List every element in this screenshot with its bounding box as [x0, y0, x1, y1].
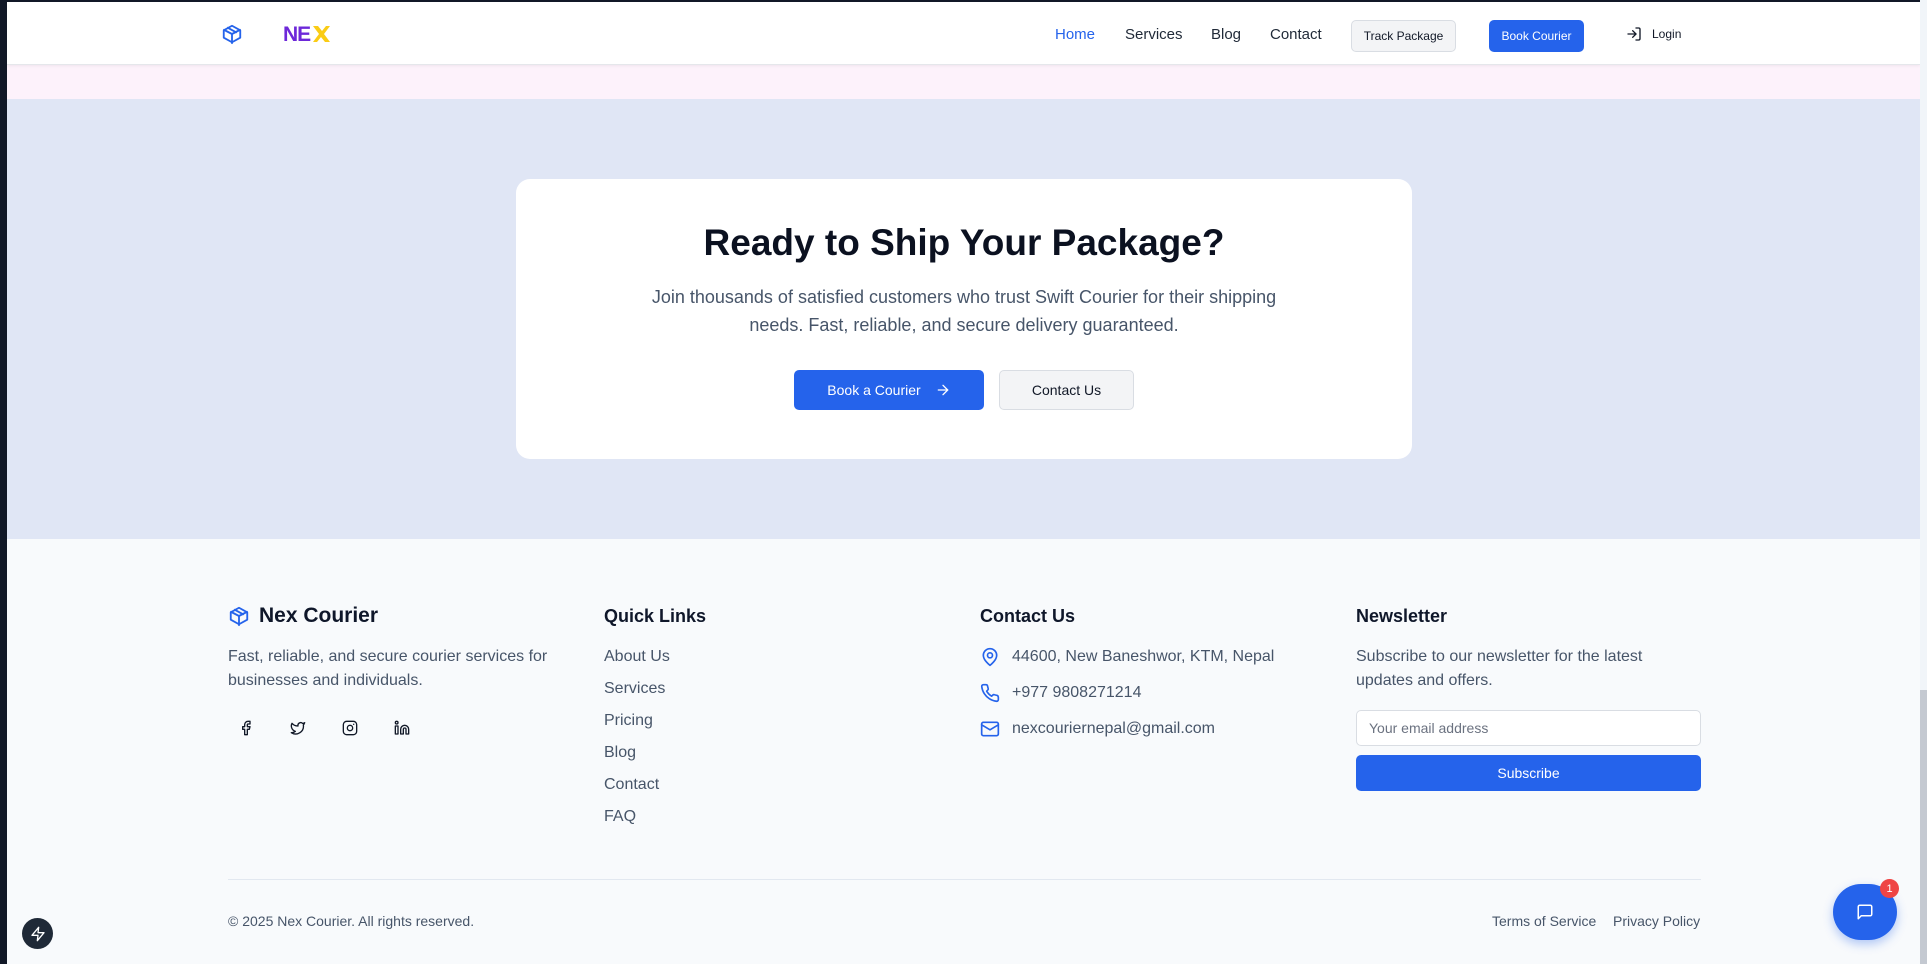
arrow-right-icon — [937, 384, 949, 396]
chat-icon — [1857, 904, 1873, 920]
contact-us-title: Contact Us — [980, 606, 1076, 626]
book-a-courier-label: Book a Courier — [827, 382, 921, 398]
nav-contact[interactable]: Contact — [1270, 26, 1322, 43]
cta-title: Ready to Ship Your Package? — [703, 222, 1225, 263]
section-band — [7, 65, 1920, 99]
quick-links-title: Quick Links — [604, 606, 707, 626]
nex-logo[interactable]: NE — [283, 21, 335, 49]
package-icon — [229, 606, 249, 627]
terms-of-service-link[interactable]: Terms of Service — [1492, 913, 1596, 929]
track-package-button[interactable]: Track Package — [1351, 20, 1456, 52]
facebook-icon[interactable] — [228, 710, 264, 746]
copyright-text: © 2025 Nex Courier. All rights reserved. — [228, 913, 475, 929]
login-icon — [1627, 27, 1641, 41]
subscribe-button[interactable]: Subscribe — [1356, 755, 1701, 791]
contact-email: nexcouriernepal@gmail.com — [980, 719, 1215, 739]
map-pin-icon — [982, 647, 998, 667]
cta-card: Ready to Ship Your Package? Join thousan… — [516, 179, 1412, 459]
contact-email-text: nexcouriernepal@gmail.com — [1012, 720, 1215, 737]
scrollbar-thumb[interactable] — [1920, 690, 1927, 964]
book-a-courier-button[interactable]: Book a Courier — [794, 370, 984, 410]
footer-link-contact[interactable]: Contact — [604, 776, 659, 794]
footer-divider — [228, 879, 1701, 880]
bolt-icon — [30, 926, 45, 941]
mail-icon — [980, 721, 1000, 737]
svg-text:NE: NE — [283, 23, 311, 46]
newsletter-title: Newsletter — [1356, 606, 1448, 626]
footer: Nex Courier Fast, reliable, and secure c… — [7, 539, 1920, 964]
left-edge-strip — [0, 0, 7, 964]
phone-icon — [980, 683, 1000, 703]
package-icon[interactable] — [221, 23, 243, 45]
nav-blog[interactable]: Blog — [1211, 26, 1241, 43]
cta-section: Ready to Ship Your Package? Join thousan… — [7, 99, 1920, 539]
nav-services[interactable]: Services — [1125, 26, 1183, 43]
footer-link-services[interactable]: Services — [604, 680, 665, 698]
newsletter-description: Subscribe to our newsletter for the late… — [1356, 648, 1643, 689]
footer-link-blog[interactable]: Blog — [604, 744, 636, 762]
footer-brand-name: Nex Courier — [259, 604, 379, 627]
footer-brand: Nex Courier — [228, 604, 378, 628]
bolt-button[interactable] — [22, 918, 53, 949]
contact-phone: +977 9808271214 — [980, 683, 1141, 703]
instagram-icon[interactable] — [332, 710, 368, 746]
contact-us-button[interactable]: Contact Us — [999, 370, 1134, 410]
contact-address: 44600, New Baneshwor, KTM, Nepal — [980, 647, 1274, 667]
twitter-icon[interactable] — [280, 710, 316, 746]
footer-link-faq[interactable]: FAQ — [604, 808, 636, 826]
linkedin-icon[interactable] — [384, 710, 420, 746]
top-navbar: NE Home Services Blog Contact Track Pack… — [7, 0, 1920, 65]
privacy-policy-link[interactable]: Privacy Policy — [1613, 913, 1700, 929]
contact-phone-text: +977 9808271214 — [1012, 684, 1142, 701]
contact-address-text: 44600, New Baneshwor, KTM, Nepal — [1012, 648, 1275, 665]
book-courier-button[interactable]: Book Courier — [1489, 20, 1584, 52]
footer-link-about[interactable]: About Us — [604, 648, 670, 666]
chat-notification-badge: 1 — [1880, 879, 1899, 898]
login-label: Login — [1652, 27, 1682, 41]
footer-link-pricing[interactable]: Pricing — [604, 712, 653, 730]
cta-description: Join thousands of satisfied customers wh… — [651, 287, 1277, 335]
footer-tagline: Fast, reliable, and secure courier servi… — [228, 648, 548, 689]
nav-home[interactable]: Home — [1055, 26, 1095, 43]
newsletter-email-input[interactable] — [1356, 710, 1701, 746]
login-button[interactable]: Login — [1626, 26, 1681, 42]
